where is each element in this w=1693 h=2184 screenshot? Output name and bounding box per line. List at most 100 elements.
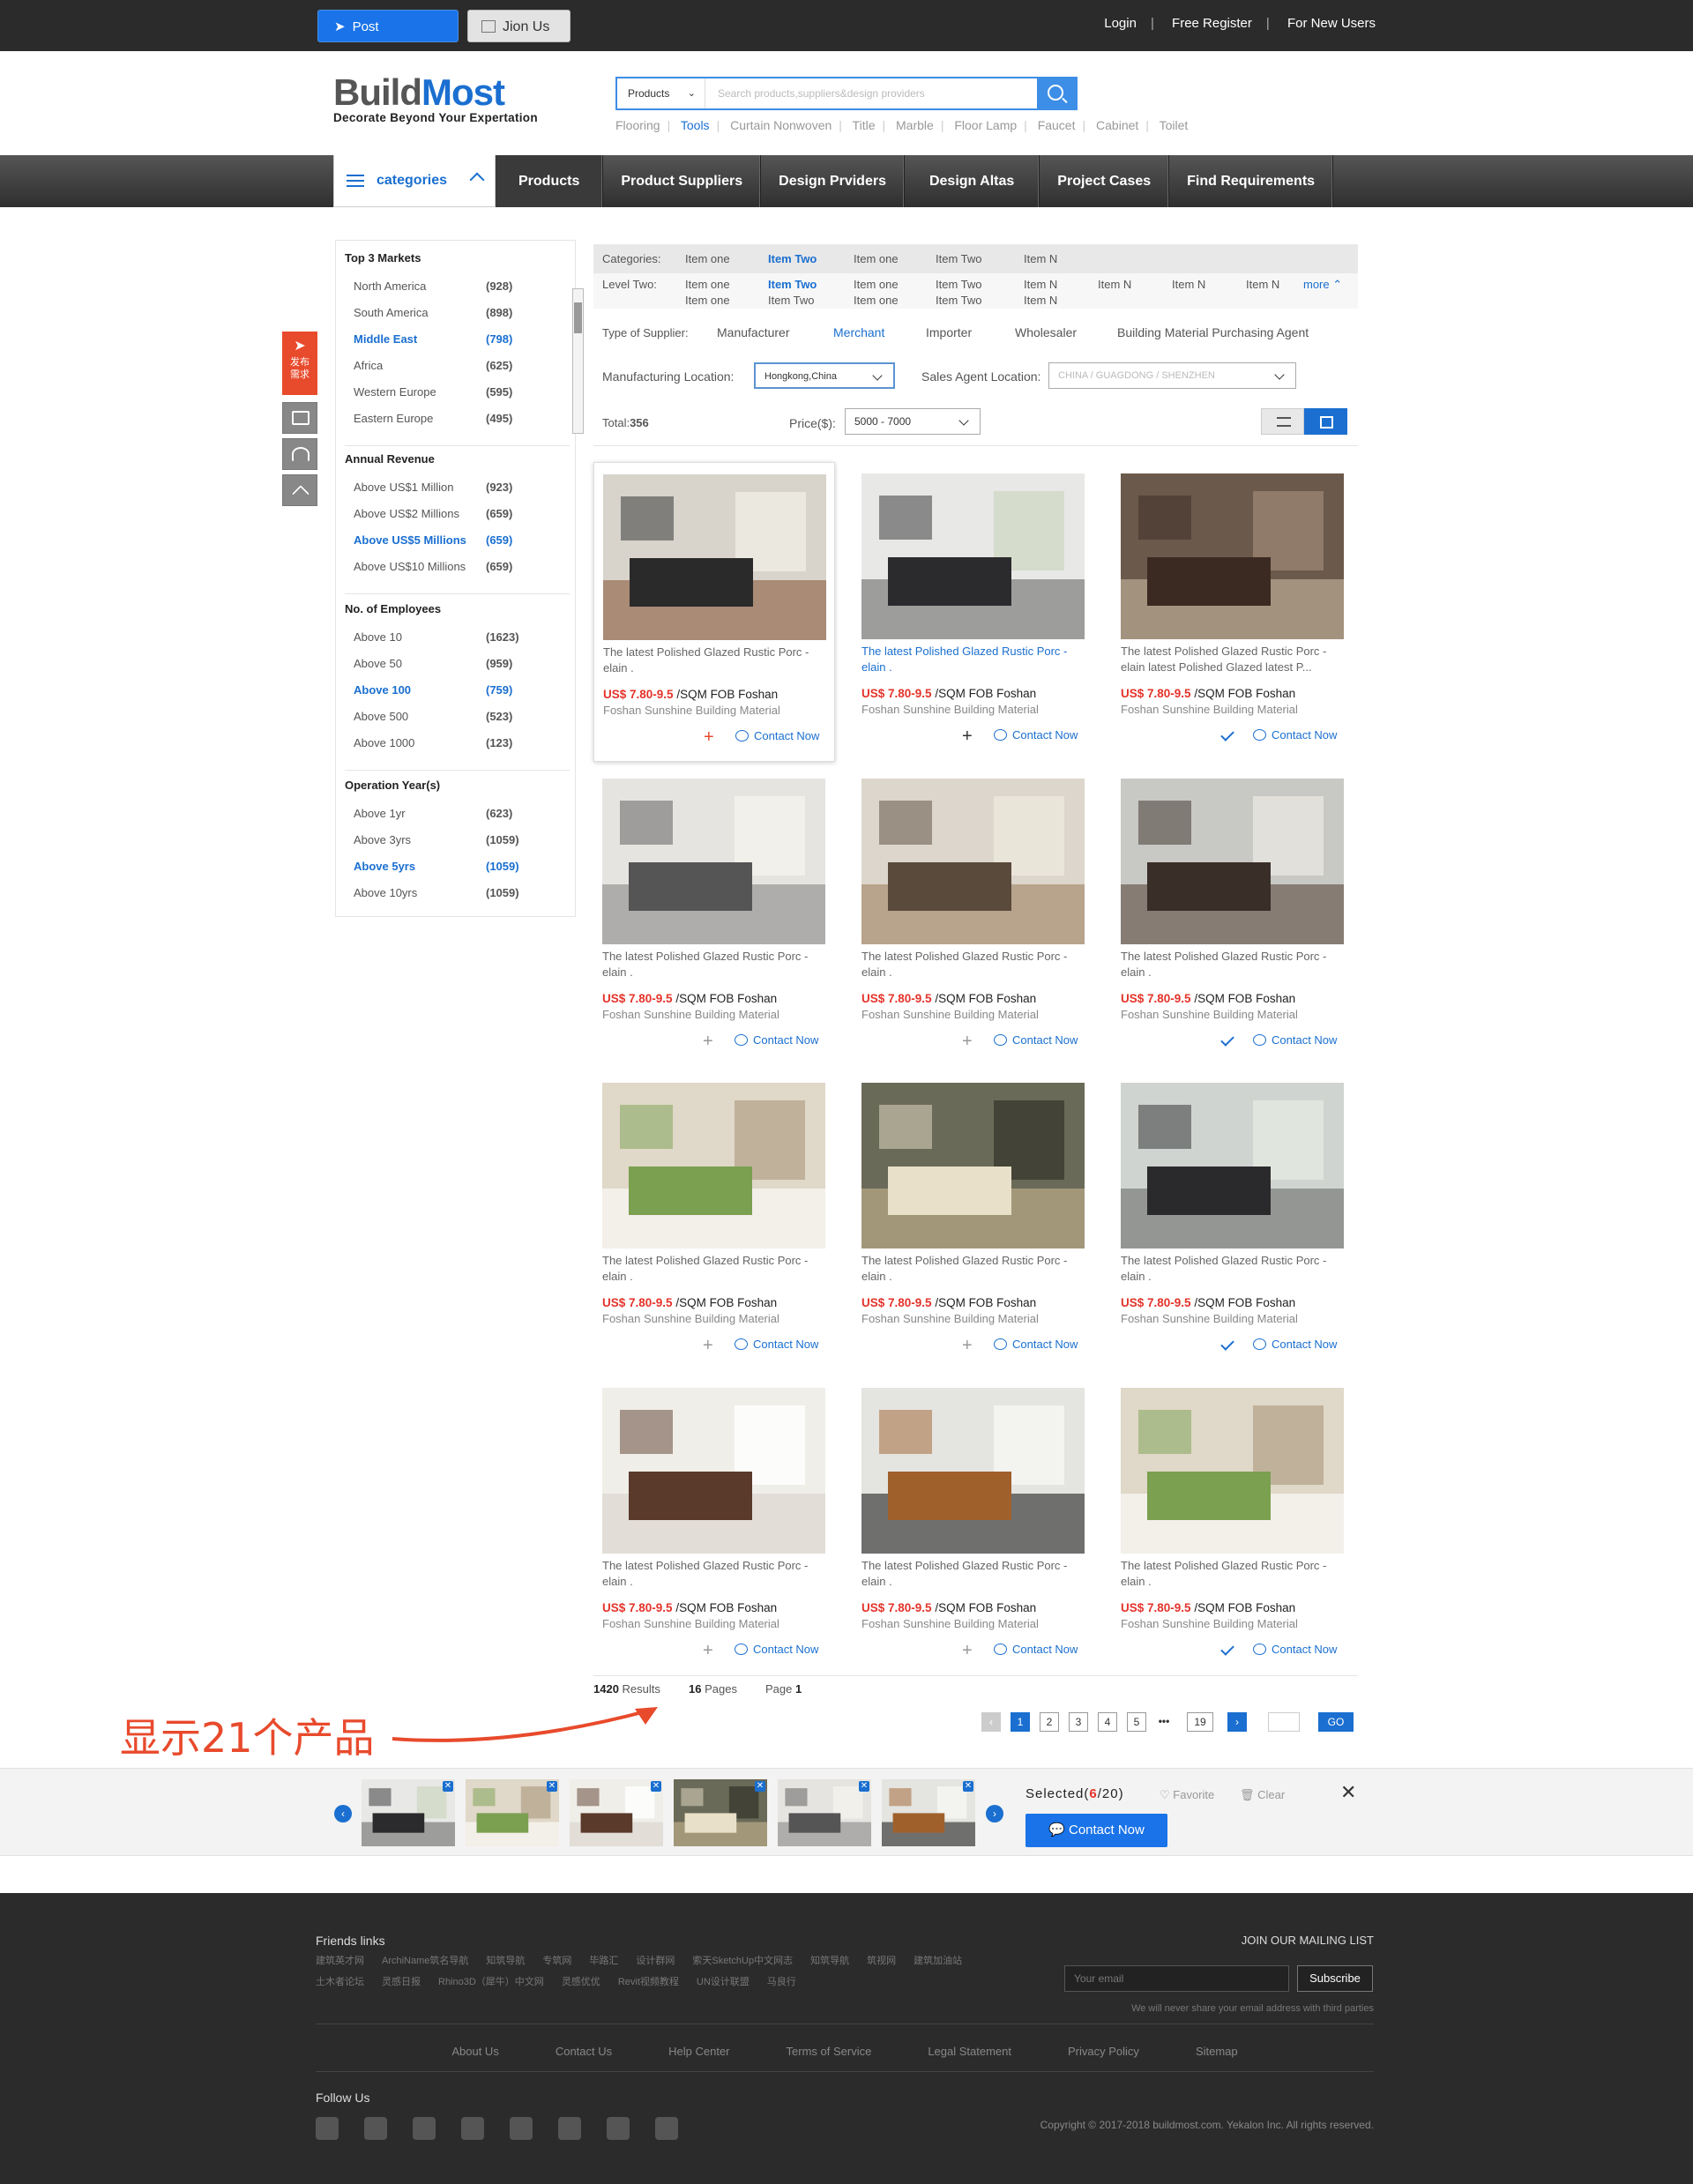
- compare-thumbnail[interactable]: ✕: [466, 1779, 559, 1846]
- friend-link[interactable]: 建筑英才网: [316, 1956, 364, 1966]
- page-button[interactable]: 1: [1011, 1712, 1030, 1732]
- page-button[interactable]: 4: [1098, 1712, 1117, 1732]
- add-compare-icon[interactable]: +: [703, 1032, 713, 1050]
- check-icon[interactable]: [1220, 1337, 1234, 1351]
- filter-option[interactable]: Above US$5 Millions (659): [345, 527, 570, 554]
- supplier-type-option[interactable]: Manufacturer: [717, 325, 789, 339]
- product-company[interactable]: Foshan Sunshine Building Material: [602, 1312, 779, 1325]
- friend-link[interactable]: 知筑导航: [486, 1956, 525, 1966]
- email-input[interactable]: Your email: [1064, 1965, 1289, 1992]
- filter-option[interactable]: Middle East (798): [345, 326, 570, 353]
- contact-now-button[interactable]: Contact Now: [1253, 1033, 1337, 1047]
- product-title[interactable]: The latest Polished Glazed Rustic Porc -…: [602, 1558, 832, 1590]
- product-card[interactable]: The latest Polished Glazed Rustic Porc -…: [853, 1376, 1094, 1676]
- remove-icon[interactable]: ✕: [547, 1781, 557, 1792]
- level-two-option[interactable]: Item Two: [768, 278, 817, 291]
- product-title[interactable]: The latest Polished Glazed Rustic Porc -…: [861, 644, 1091, 675]
- product-company[interactable]: Foshan Sunshine Building Material: [861, 1617, 1039, 1630]
- supplier-type-option[interactable]: Building Material Purchasing Agent: [1117, 325, 1309, 339]
- nav-project-cases[interactable]: Project Cases: [1040, 155, 1170, 207]
- compare-thumbnail[interactable]: ✕: [882, 1779, 975, 1846]
- nav-design-providers[interactable]: Design Prviders: [761, 155, 905, 207]
- level-two-option[interactable]: Item Two: [936, 294, 982, 307]
- close-icon[interactable]: ✕: [1340, 1781, 1356, 1804]
- contact-now-button[interactable]: Contact Now: [735, 1338, 818, 1351]
- category-option[interactable]: Item one: [854, 252, 899, 265]
- page-button[interactable]: 3: [1069, 1712, 1088, 1732]
- contact-now-button[interactable]: Contact Now: [1253, 1643, 1337, 1656]
- for-new-users-link[interactable]: For New Users: [1287, 16, 1376, 31]
- contact-now-button[interactable]: Contact Now: [735, 1643, 818, 1656]
- friend-link[interactable]: Revit视频教程: [618, 1977, 679, 1987]
- product-title[interactable]: The latest Polished Glazed Rustic Porc -…: [1121, 949, 1350, 980]
- price-select[interactable]: 5000 - 7000: [845, 408, 981, 435]
- vk-icon[interactable]: [607, 2117, 630, 2140]
- hotword[interactable]: Floor Lamp: [954, 118, 1017, 132]
- list-view-button[interactable]: [1261, 408, 1304, 435]
- product-title[interactable]: The latest Polished Glazed Rustic Porc -…: [603, 645, 832, 676]
- product-title[interactable]: The latest Polished Glazed Rustic Porc -…: [602, 1253, 832, 1285]
- page-button[interactable]: 5: [1127, 1712, 1146, 1732]
- product-company[interactable]: Foshan Sunshine Building Material: [861, 1008, 1039, 1021]
- contact-now-button[interactable]: Contact Now: [994, 1033, 1078, 1047]
- product-title[interactable]: The latest Polished Glazed Rustic Porc -…: [861, 1558, 1091, 1590]
- product-card[interactable]: The latest Polished Glazed Rustic Porc -…: [593, 1376, 835, 1676]
- product-company[interactable]: Foshan Sunshine Building Material: [1121, 703, 1298, 716]
- friend-link[interactable]: 毕路汇: [589, 1956, 618, 1966]
- remove-icon[interactable]: ✕: [859, 1781, 869, 1792]
- search-button[interactable]: [1037, 77, 1078, 110]
- filter-option[interactable]: Eastern Europe (495): [345, 406, 570, 432]
- friend-link[interactable]: 建筑加油站: [914, 1956, 962, 1966]
- product-company[interactable]: Foshan Sunshine Building Material: [1121, 1312, 1298, 1325]
- friend-link[interactable]: 马良行: [767, 1977, 796, 1987]
- product-title[interactable]: The latest Polished Glazed Rustic Porc -…: [1121, 1253, 1350, 1285]
- contact-now-button[interactable]: Contact Now: [735, 729, 819, 742]
- contact-now-button[interactable]: Contact Now: [994, 728, 1078, 742]
- product-company[interactable]: Foshan Sunshine Building Material: [602, 1008, 779, 1021]
- hotword[interactable]: Curtain Nonwoven: [730, 118, 832, 132]
- instagram-icon[interactable]: [413, 2117, 436, 2140]
- product-company[interactable]: Foshan Sunshine Building Material: [602, 1617, 779, 1630]
- remove-icon[interactable]: ✕: [963, 1781, 973, 1792]
- product-title[interactable]: The latest Polished Glazed Rustic Porc -…: [861, 1253, 1091, 1285]
- page-jump-input[interactable]: [1268, 1712, 1300, 1732]
- page-button[interactable]: 19: [1187, 1712, 1213, 1732]
- search-category-select[interactable]: Products ⌄: [617, 78, 705, 108]
- product-image[interactable]: [602, 1083, 825, 1249]
- blogger-icon[interactable]: [558, 2117, 581, 2140]
- level-two-option[interactable]: Item Two: [768, 294, 815, 307]
- filter-option[interactable]: Above US$10 Millions (659): [345, 554, 570, 580]
- category-option[interactable]: Item N: [1024, 252, 1057, 265]
- go-button[interactable]: GO: [1318, 1712, 1354, 1732]
- category-option[interactable]: Item one: [685, 252, 730, 265]
- product-card[interactable]: The latest Polished Glazed Rustic Porc -…: [1112, 1071, 1354, 1371]
- compare-next-button[interactable]: ›: [986, 1805, 1003, 1822]
- facebook-icon[interactable]: [316, 2117, 339, 2140]
- filter-option[interactable]: Africa (625): [345, 353, 570, 379]
- product-title[interactable]: The latest Polished Glazed Rustic Porc -…: [1121, 1558, 1350, 1590]
- friend-link[interactable]: 灵感日报: [382, 1977, 421, 1987]
- filter-option[interactable]: Above 500 (523): [345, 704, 570, 730]
- product-image[interactable]: [602, 1388, 825, 1554]
- product-company[interactable]: Foshan Sunshine Building Material: [861, 1312, 1039, 1325]
- filter-option[interactable]: Above 10yrs (1059): [345, 880, 570, 906]
- compare-thumbnail[interactable]: ✕: [362, 1779, 455, 1846]
- footer-link[interactable]: Help Center: [668, 2045, 729, 2058]
- sales-agent-location-select[interactable]: CHINA / GUAGDONG / SHENZHEN: [1048, 362, 1296, 389]
- filter-option[interactable]: Above 50 (959): [345, 651, 570, 677]
- product-card[interactable]: The latest Polished Glazed Rustic Porc -…: [853, 767, 1094, 1067]
- contact-now-button[interactable]: Contact Now: [735, 1033, 818, 1047]
- friend-link[interactable]: 专筑网: [542, 1956, 571, 1966]
- friend-link[interactable]: 知筑导航: [810, 1956, 849, 1966]
- supplier-type-option[interactable]: Merchant: [833, 325, 884, 339]
- compare-contact-button[interactable]: 💬 Contact Now: [1025, 1814, 1167, 1847]
- product-image[interactable]: [861, 1388, 1085, 1554]
- compare-thumbnail[interactable]: ✕: [674, 1779, 767, 1846]
- product-image[interactable]: [603, 474, 826, 640]
- clear-button[interactable]: 🗑 Clear: [1240, 1788, 1285, 1802]
- filter-option[interactable]: Above 1000 (123): [345, 730, 570, 757]
- subscribe-button[interactable]: Subscribe: [1297, 1965, 1373, 1992]
- friend-link[interactable]: UN设计联盟: [697, 1977, 750, 1987]
- contact-now-button[interactable]: Contact Now: [1253, 1338, 1337, 1351]
- product-card[interactable]: The latest Polished Glazed Rustic Porc -…: [1112, 1376, 1354, 1676]
